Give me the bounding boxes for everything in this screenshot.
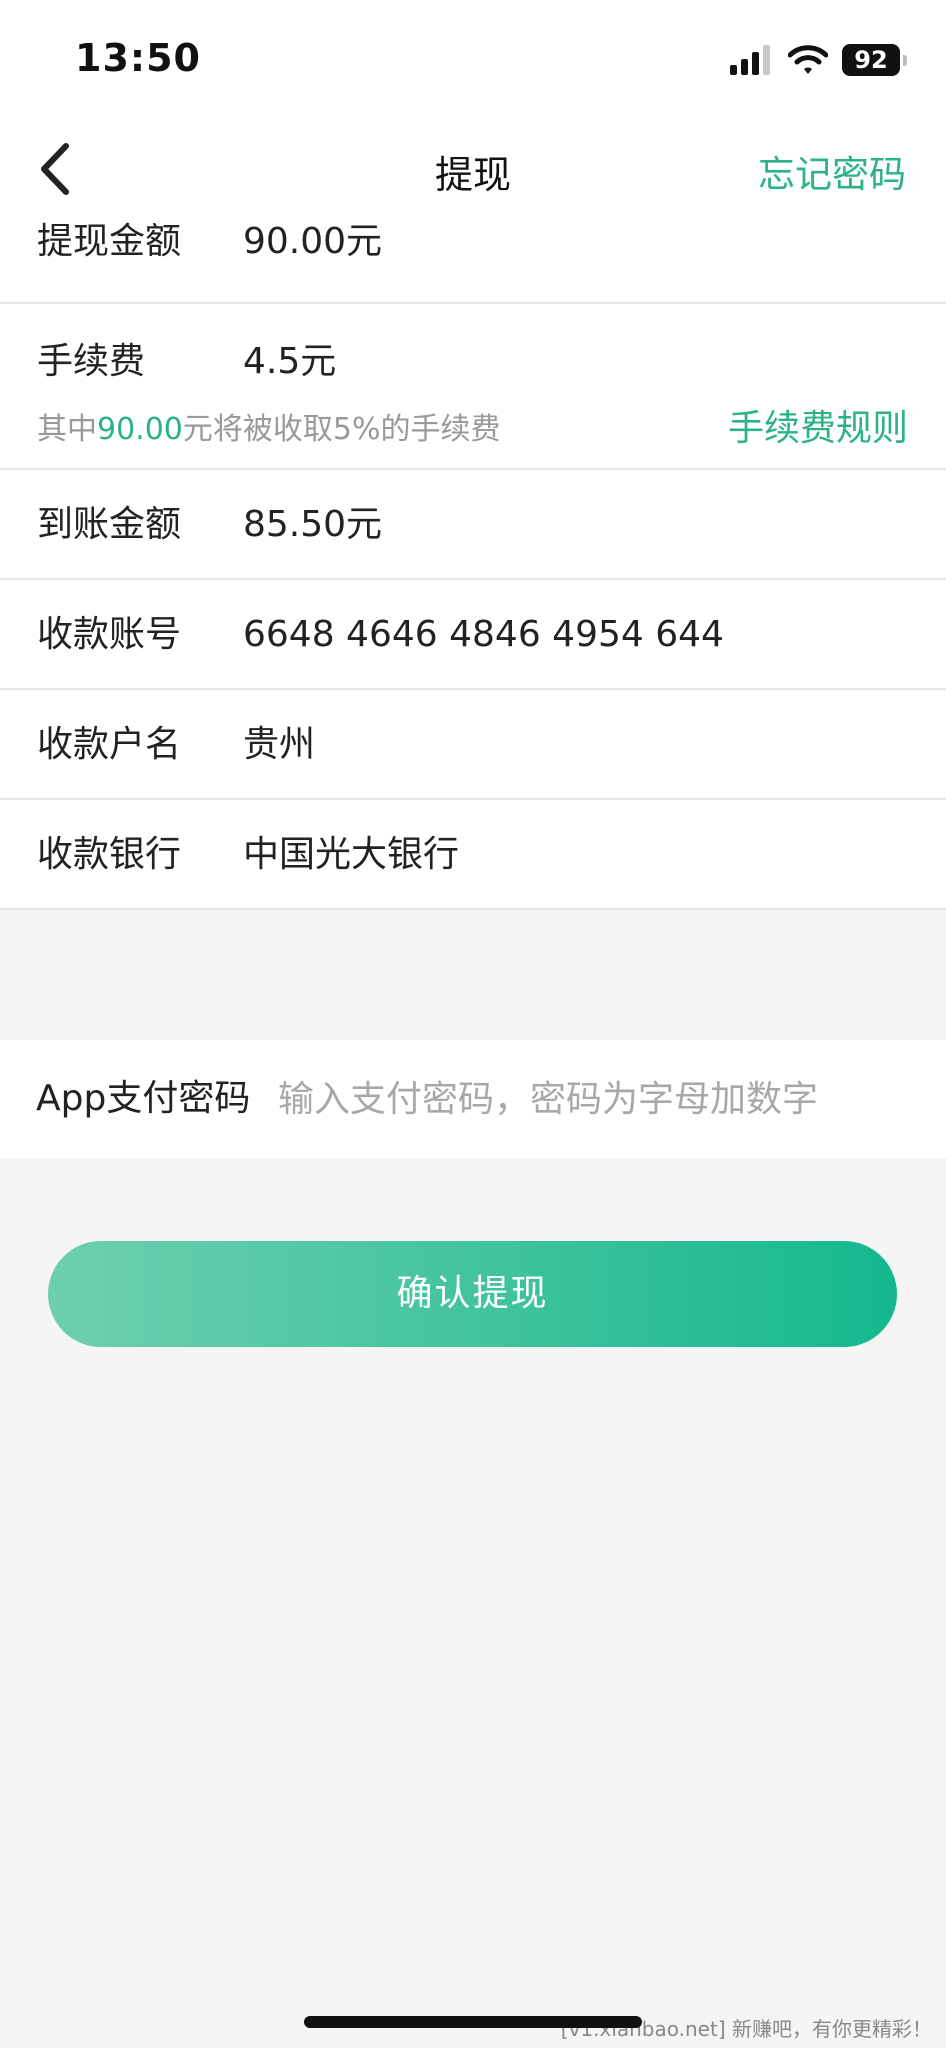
fee-value: 4.5元 bbox=[243, 341, 337, 382]
cellular-signal-icon bbox=[730, 45, 770, 75]
battery-icon: 92 bbox=[842, 44, 907, 76]
account-name-value: 贵州 bbox=[243, 724, 316, 765]
account-name-row: 收款户名 贵州 bbox=[0, 690, 946, 800]
payment-password-row: App支付密码 bbox=[0, 1040, 946, 1158]
withdraw-amount-label: 提现金额 bbox=[37, 221, 182, 262]
fee-note: 其中90.00元将被收取5%的手续费 bbox=[37, 404, 500, 448]
status-bar: 13:50 92 bbox=[0, 0, 946, 120]
confirm-withdraw-button[interactable]: 确认提现 bbox=[48, 1241, 897, 1347]
home-indicator[interactable] bbox=[304, 2016, 642, 2028]
received-amount-row: 到账金额 85.50元 bbox=[0, 470, 946, 580]
fee-note-suffix: 元将被收取5%的手续费 bbox=[182, 412, 501, 447]
bank-label: 收款银行 bbox=[37, 834, 182, 875]
received-amount-label: 到账金额 bbox=[37, 504, 182, 545]
payment-password-label: App支付密码 bbox=[36, 1078, 251, 1119]
wifi-icon bbox=[788, 45, 828, 74]
fee-rules-link[interactable]: 手续费规则 bbox=[728, 399, 908, 451]
status-time: 13:50 bbox=[75, 36, 201, 80]
forgot-password-link[interactable]: 忘记密码 bbox=[758, 144, 906, 198]
account-number-row: 收款账号 6648 4646 4846 4954 644 bbox=[0, 580, 946, 690]
account-number-label: 收款账号 bbox=[37, 614, 182, 655]
fee-note-amount: 90.00 bbox=[97, 412, 183, 447]
payment-password-input[interactable] bbox=[278, 1064, 898, 1134]
withdraw-amount-row: 提现金额 90.00元 bbox=[0, 202, 946, 304]
fee-note-prefix: 其中 bbox=[37, 412, 97, 447]
account-name-label: 收款户名 bbox=[37, 724, 182, 765]
bank-row: 收款银行 中国光大银行 bbox=[0, 800, 946, 910]
withdraw-amount-value: 90.00元 bbox=[243, 221, 383, 262]
status-icons: 92 bbox=[730, 42, 907, 78]
fee-label: 手续费 bbox=[37, 341, 146, 382]
fee-row: 手续费 4.5元 其中90.00元将被收取5%的手续费 手续费规则 bbox=[0, 304, 946, 470]
account-number-value: 6648 4646 4846 4954 644 bbox=[243, 614, 724, 655]
battery-level: 92 bbox=[854, 46, 888, 74]
header-area: 13:50 92 提现 忘记密码 bbox=[0, 0, 946, 230]
bank-value: 中国光大银行 bbox=[243, 834, 460, 875]
received-amount-value: 85.50元 bbox=[243, 504, 383, 545]
